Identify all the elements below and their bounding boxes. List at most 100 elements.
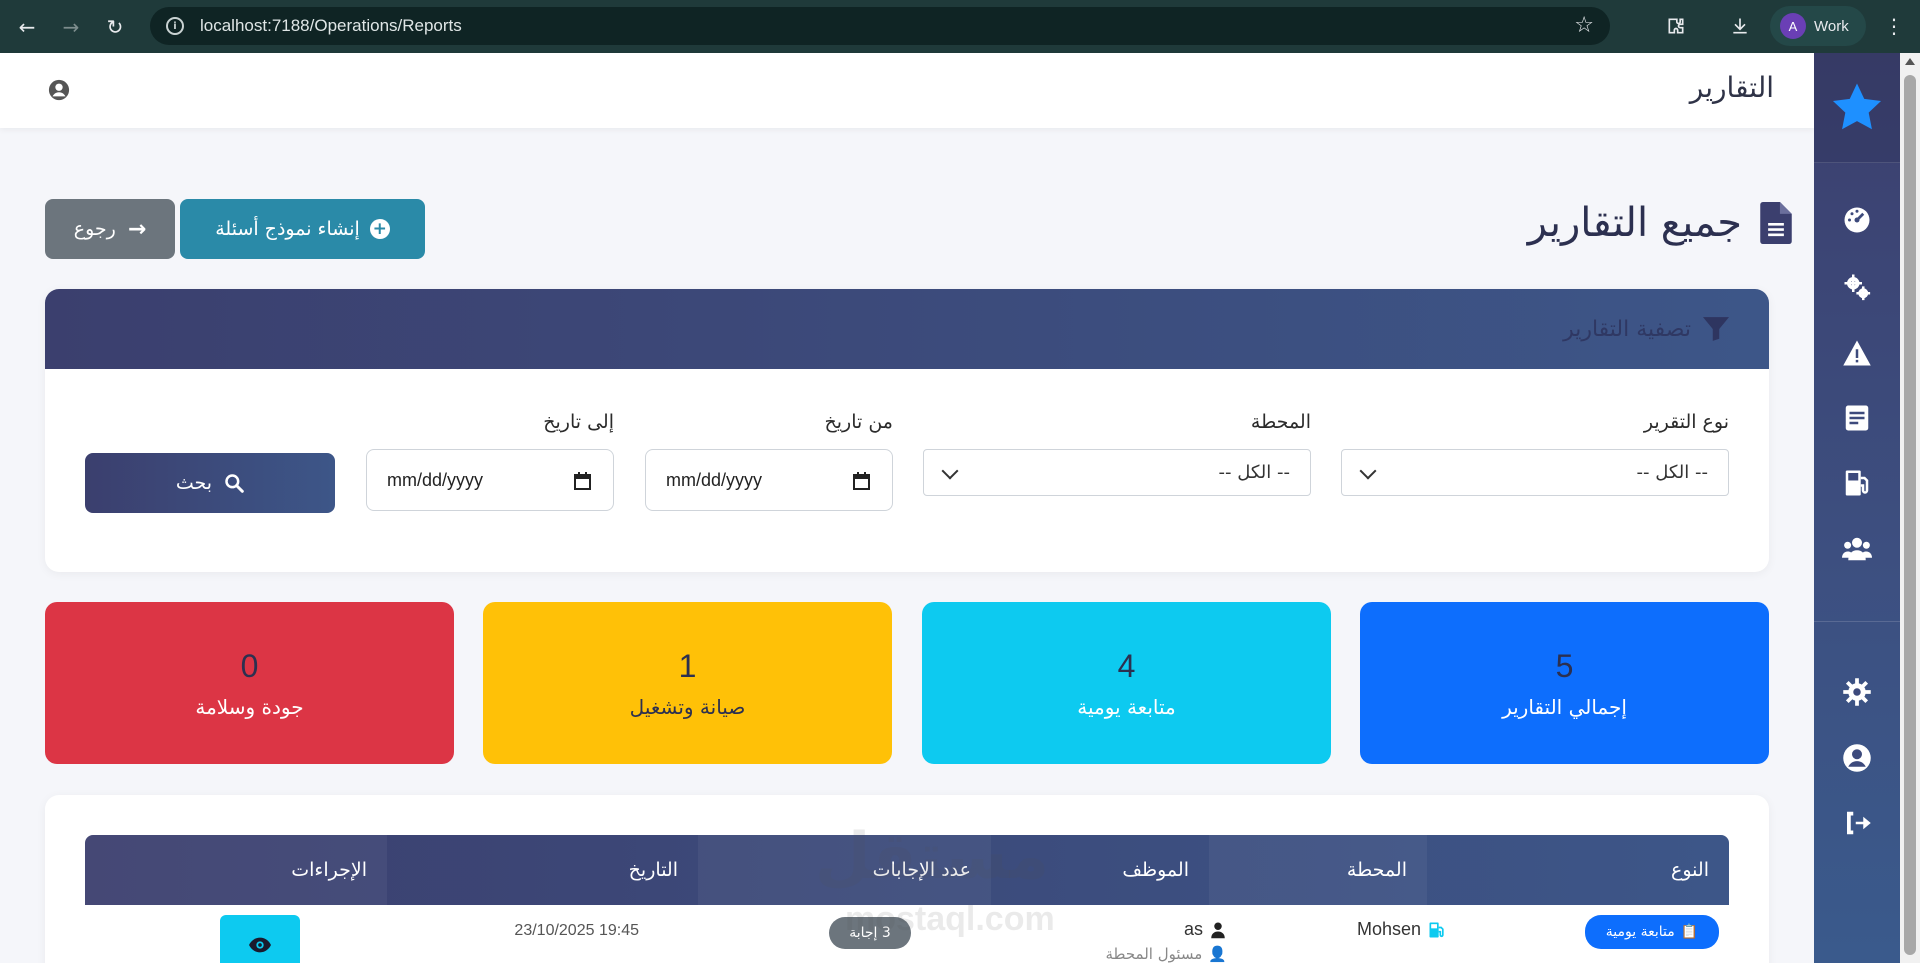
profile-label: Work [1814,17,1849,35]
browser-toolbar: ← → ↻ i localhost:7188/Operations/Report… [0,0,1920,53]
document-icon [1760,202,1792,244]
row-answers-cell: 3 إجابة [829,917,911,949]
th-employee[interactable]: الموظف [991,835,1209,905]
th-type[interactable]: النوع [1427,835,1729,905]
chevron-down-icon [1359,462,1377,480]
stat-label: متابعة يومية [1077,694,1176,719]
answers-badge: 3 إجابة [829,917,911,949]
type-badge-label: متابعة يومية [1605,924,1675,940]
from-date-label: من تاريخ [824,411,894,433]
th-actions: الإجراءات [85,835,387,905]
from-date-value: mm/dd/yyyy [666,469,763,490]
site-info-icon[interactable]: i [166,17,184,35]
star-logo-icon [1832,83,1882,129]
forward-arrow-icon[interactable]: → [54,10,88,44]
clipboard-icon: 📋 [1680,924,1699,940]
to-date-input[interactable]: mm/dd/yyyy [366,449,614,511]
report-type-select[interactable]: -- الكل -- [1341,449,1729,496]
browser-menu-icon[interactable]: ⋮ [1878,10,1910,42]
brand-logo[interactable] [1814,53,1900,163]
warning-icon[interactable] [1814,333,1900,373]
stat-value: 4 [1117,647,1136,684]
page-heading: جميع التقارير [1528,200,1792,246]
search-icon [225,474,244,493]
user-account-icon[interactable] [48,79,70,101]
th-date[interactable]: التاريخ [387,835,698,905]
profile-chip[interactable]: A Work [1770,6,1866,46]
table-header: النوع المحطة الموظف عدد الإجابات التاريخ… [85,835,1729,905]
plus-circle-icon: + [369,219,390,239]
employee-name: as [1183,919,1203,939]
back-button[interactable]: → رجوع [45,199,175,259]
type-badge: 📋 متابعة يومية [1585,915,1719,949]
station-name: Mohsen [1356,919,1421,939]
from-date-input[interactable]: mm/dd/yyyy [645,449,893,511]
reports-table-card: النوع المحطة الموظف عدد الإجابات التاريخ… [45,795,1769,963]
search-button-label: بحث [175,472,213,494]
row-employee-role: 👤 مسئول المحطة [1106,945,1227,963]
sidebar [1814,53,1900,963]
create-questionnaire-button[interactable]: + إنشاء نموذج أسئلة [180,199,425,259]
view-report-button[interactable] [220,915,300,963]
calendar-icon[interactable] [574,472,591,490]
to-date-value: mm/dd/yyyy [387,469,484,490]
users-icon[interactable] [1814,529,1900,569]
chevron-down-icon [941,462,959,480]
eye-icon [249,937,271,953]
report-icon[interactable] [1814,398,1900,438]
page-title: جميع التقارير [1527,200,1742,246]
bookmark-star-icon[interactable]: ☆ [1574,13,1594,38]
search-button[interactable]: بحث [85,453,335,513]
stat-card-quality: 0 جودة وسلامة [45,602,454,764]
back-arrow-icon[interactable]: ← [10,10,44,44]
back-button-label: رجوع [73,218,116,240]
address-bar[interactable]: i localhost:7188/Operations/Reports ☆ [150,7,1610,45]
station-label: المحطة [1250,411,1311,433]
calendar-icon[interactable] [853,472,870,490]
fuel-icon[interactable] [1814,463,1900,503]
logout-icon[interactable] [1814,803,1900,843]
stat-value: 5 [1555,647,1574,684]
app-topbar: التقارير [0,53,1814,128]
download-icon[interactable] [1724,10,1756,42]
filter-funnel-icon [1703,317,1729,341]
arrow-right-icon: → [127,216,147,242]
row-type-cell: 📋 متابعة يومية [1585,915,1719,949]
to-date-label: إلى تاريخ [543,411,614,433]
profile-avatar: A [1780,13,1806,39]
scroll-up-arrow-icon[interactable] [1905,58,1915,65]
url-text: localhost:7188/Operations/Reports [200,16,462,35]
gears-icon[interactable] [1814,267,1900,307]
row-station-cell: Mohsen [1357,919,1447,940]
sidebar-divider [1814,621,1900,622]
stat-label: صيانة وتشغيل [629,694,746,719]
report-type-value: -- الكل -- [1636,462,1708,483]
reload-icon[interactable]: ↻ [98,10,132,44]
fuel-pump-icon [1429,922,1444,937]
row-employee-cell: as [1184,919,1227,940]
stat-label: إجمالي التقارير [1502,694,1627,719]
dashboard-icon[interactable] [1814,200,1900,240]
person-tie-icon: 👤 [1208,945,1227,963]
th-station[interactable]: المحطة [1209,835,1427,905]
th-answers[interactable]: عدد الإجابات [698,835,991,905]
topbar-title: التقارير [1689,71,1774,104]
scrollbar-thumb[interactable] [1904,75,1916,955]
stat-label: جودة وسلامة [195,694,304,719]
settings-icon[interactable] [1814,672,1900,712]
report-type-label: نوع التقرير [1643,411,1729,433]
stat-card-daily: 4 متابعة يومية [922,602,1331,764]
extensions-icon[interactable] [1660,10,1692,42]
user-circle-icon[interactable] [1814,738,1900,778]
page-scrollbar[interactable] [1900,53,1920,963]
employee-role: مسئول المحطة [1105,945,1203,963]
filter-header: تصفية التقارير [45,289,1769,369]
stat-value: 0 [240,647,259,684]
station-value: -- الكل -- [1218,462,1290,483]
stat-card-total: 5 إجمالي التقارير [1360,602,1769,764]
stat-value: 1 [678,647,697,684]
person-icon [1211,922,1225,938]
create-button-label: إنشاء نموذج أسئلة [215,218,360,240]
station-select[interactable]: -- الكل -- [923,449,1311,496]
filter-card: تصفية التقارير نوع التقرير -- الكل -- ال… [45,289,1769,572]
